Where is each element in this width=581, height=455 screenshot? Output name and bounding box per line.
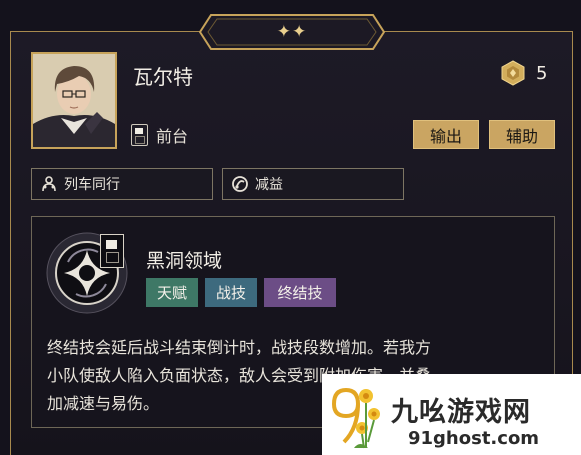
position-label: 前台 xyxy=(156,127,189,146)
synergy-tag-debuff[interactable]: 减益 xyxy=(222,168,404,200)
coin-icon xyxy=(501,60,525,86)
skill-chip-talent: 天赋 xyxy=(146,278,198,307)
skill-name: 黑洞领域 xyxy=(146,250,223,272)
skill-description-line: 终结技会延后战斗结束倒计时，战技段数增加。若我方 xyxy=(47,338,432,357)
front-position-icon xyxy=(131,124,148,146)
character-name: 瓦尔特 xyxy=(133,65,193,89)
cost-value: 5 xyxy=(536,62,548,84)
synergy-tag-label: 减益 xyxy=(255,177,283,193)
top-tab: ✦✦ xyxy=(199,14,385,50)
skill-chip-ultimate: 终结技 xyxy=(264,278,336,307)
character-portrait xyxy=(31,52,117,149)
watermark-url: 91ghost.com xyxy=(408,428,540,449)
cost-indicator: 5 xyxy=(500,60,547,86)
skill-chip-skill: 战技 xyxy=(205,278,257,307)
star-rating: ✦✦ xyxy=(276,22,308,42)
watermark-title: 九吆游戏网 xyxy=(391,397,531,428)
synergy-tag-party[interactable]: 列车同行 xyxy=(31,168,213,200)
synergy-tag-label: 列车同行 xyxy=(64,177,120,193)
party-icon xyxy=(42,176,56,192)
role-tag-support[interactable]: 辅助 xyxy=(489,120,555,149)
position-row: 前台 xyxy=(131,123,188,147)
flower-logo-icon xyxy=(331,387,380,449)
role-tag-dps[interactable]: 输出 xyxy=(413,120,479,149)
front-position-badge-icon xyxy=(100,234,124,268)
debuff-icon xyxy=(232,176,248,192)
